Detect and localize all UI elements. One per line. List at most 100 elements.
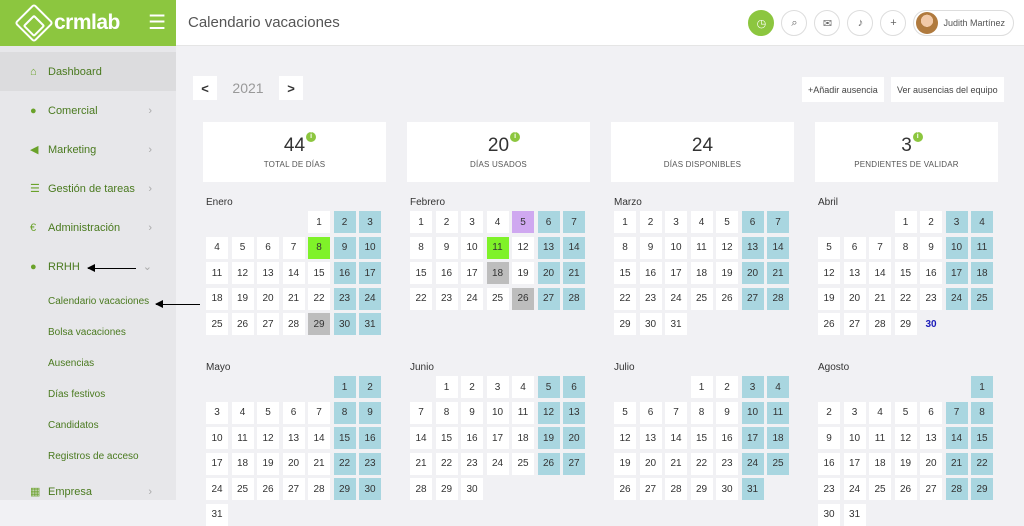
day-cell[interactable]: 4: [206, 236, 228, 259]
day-cell[interactable]: 11: [690, 236, 713, 259]
day-cell[interactable]: 18: [971, 262, 993, 284]
day-cell[interactable]: 5: [716, 211, 738, 233]
day-cell[interactable]: 27: [537, 287, 560, 310]
day-cell[interactable]: 26: [257, 478, 279, 500]
day-cell[interactable]: 23: [333, 287, 356, 310]
day-cell[interactable]: 13: [563, 401, 585, 424]
day-cell[interactable]: 24: [206, 478, 228, 500]
day-cell[interactable]: 1: [333, 376, 356, 398]
sidebar-subitem[interactable]: Calendario vacaciones: [0, 286, 176, 317]
day-cell[interactable]: 12: [894, 427, 917, 449]
day-cell[interactable]: 13: [537, 236, 560, 259]
day-cell[interactable]: 3: [843, 401, 866, 424]
day-cell[interactable]: 12: [231, 262, 254, 284]
day-cell[interactable]: 10: [665, 236, 687, 259]
plus-icon[interactable]: +: [880, 10, 907, 36]
day-cell[interactable]: 19: [716, 262, 738, 284]
day-cell[interactable]: 6: [563, 376, 585, 398]
day-cell[interactable]: 5: [894, 401, 917, 424]
day-cell[interactable]: 24: [741, 452, 764, 475]
day-cell[interactable]: 21: [767, 262, 789, 284]
day-cell[interactable]: 25: [486, 287, 509, 310]
day-cell[interactable]: 15: [333, 427, 356, 449]
day-cell[interactable]: 27: [920, 478, 942, 500]
day-cell[interactable]: 1: [894, 211, 917, 233]
day-cell[interactable]: 12: [818, 262, 840, 284]
day-cell[interactable]: 20: [257, 287, 279, 310]
day-cell[interactable]: 8: [971, 401, 993, 424]
day-cell[interactable]: 11: [206, 262, 228, 284]
day-cell[interactable]: 26: [537, 452, 560, 475]
day-cell[interactable]: 20: [537, 262, 560, 284]
day-cell[interactable]: 10: [486, 401, 509, 424]
day-cell[interactable]: 15: [690, 427, 713, 449]
info-icon[interactable]: i: [912, 132, 923, 142]
day-cell[interactable]: 7: [308, 401, 330, 424]
day-cell[interactable]: 24: [461, 287, 483, 310]
day-cell[interactable]: 17: [359, 262, 381, 284]
day-cell[interactable]: 11: [971, 236, 993, 259]
day-cell[interactable]: 22: [894, 287, 917, 310]
sidebar-item-marketing[interactable]: ◀ Marketing ›: [0, 130, 176, 169]
day-cell[interactable]: 7: [410, 401, 432, 424]
day-cell[interactable]: 25: [690, 287, 713, 310]
day-cell[interactable]: 6: [843, 236, 866, 259]
day-cell[interactable]: 2: [461, 376, 483, 398]
day-cell[interactable]: 25: [869, 478, 891, 500]
info-icon[interactable]: i: [306, 132, 317, 142]
day-cell[interactable]: 24: [486, 452, 509, 475]
day-cell[interactable]: 10: [461, 236, 483, 259]
day-cell[interactable]: 28: [945, 478, 968, 500]
day-cell[interactable]: 10: [945, 236, 968, 259]
bell-icon[interactable]: ♪: [847, 10, 874, 36]
day-cell[interactable]: 18: [869, 452, 891, 475]
day-cell[interactable]: 29: [690, 478, 713, 500]
day-cell[interactable]: 20: [741, 262, 764, 284]
day-cell[interactable]: 12: [537, 401, 560, 424]
day-cell[interactable]: 16: [639, 262, 662, 284]
day-cell[interactable]: 23: [818, 478, 840, 500]
day-cell[interactable]: 3: [461, 211, 483, 233]
sidebar-item-empresa[interactable]: ▦ Empresa ›: [0, 472, 176, 511]
day-cell[interactable]: 18: [231, 452, 254, 475]
day-cell[interactable]: 25: [512, 452, 534, 475]
day-cell[interactable]: 8: [690, 401, 713, 424]
clock-icon[interactable]: ◷: [748, 10, 775, 36]
day-cell[interactable]: 30: [461, 478, 483, 500]
day-cell[interactable]: 8: [614, 236, 636, 259]
day-cell[interactable]: 23: [716, 452, 738, 475]
day-cell[interactable]: 26: [614, 478, 636, 500]
sidebar-subitem[interactable]: Bolsa vacaciones: [0, 317, 176, 348]
day-cell[interactable]: 17: [461, 262, 483, 284]
day-cell[interactable]: 6: [741, 211, 764, 233]
day-cell[interactable]: 6: [282, 401, 305, 424]
day-cell[interactable]: 30: [920, 313, 942, 335]
day-cell[interactable]: 5: [537, 376, 560, 398]
day-cell[interactable]: 12: [716, 236, 738, 259]
day-cell[interactable]: 5: [512, 211, 534, 233]
day-cell[interactable]: 13: [639, 427, 662, 449]
day-cell[interactable]: 25: [206, 313, 228, 335]
day-cell[interactable]: 14: [282, 262, 305, 284]
day-cell[interactable]: 11: [767, 401, 789, 424]
day-cell[interactable]: 29: [971, 478, 993, 500]
day-cell[interactable]: 4: [767, 376, 789, 398]
day-cell[interactable]: 2: [333, 211, 356, 233]
sidebar-item-gesti-n-de-tareas[interactable]: ☰ Gestión de tareas ›: [0, 169, 176, 208]
day-cell[interactable]: 11: [231, 427, 254, 449]
day-cell[interactable]: 10: [741, 401, 764, 424]
day-cell[interactable]: 27: [257, 313, 279, 335]
day-cell[interactable]: 14: [767, 236, 789, 259]
day-cell[interactable]: 7: [665, 401, 687, 424]
day-cell[interactable]: 9: [461, 401, 483, 424]
search-icon[interactable]: ⌕: [781, 10, 808, 36]
day-cell[interactable]: 14: [665, 427, 687, 449]
day-cell[interactable]: 23: [359, 452, 381, 475]
day-cell[interactable]: 16: [818, 452, 840, 475]
day-cell[interactable]: 1: [308, 211, 330, 233]
day-cell[interactable]: 16: [920, 262, 942, 284]
day-cell[interactable]: 7: [869, 236, 891, 259]
day-cell[interactable]: 9: [359, 401, 381, 424]
day-cell[interactable]: 30: [639, 313, 662, 335]
day-cell[interactable]: 21: [869, 287, 891, 310]
